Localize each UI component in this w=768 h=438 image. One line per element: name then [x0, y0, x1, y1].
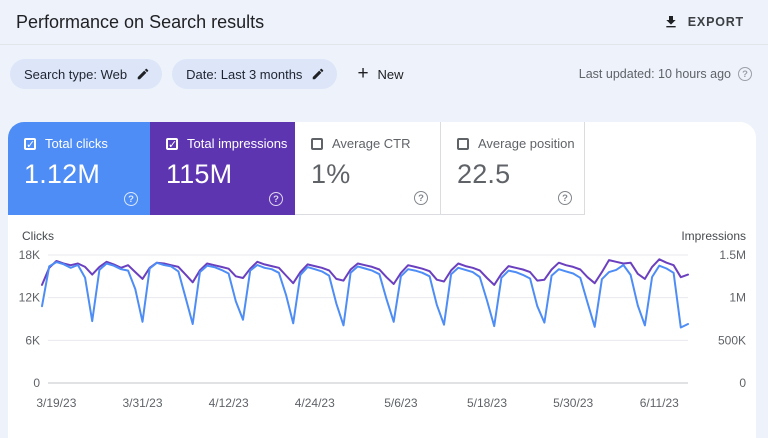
- metric-cards: ✓ Total clicks 1.12M ? ✓ Total impressio…: [8, 122, 756, 215]
- search-type-chip[interactable]: Search type: Web: [10, 59, 163, 89]
- filter-chips: Search type: Web Date: Last 3 months + N…: [10, 59, 414, 89]
- performance-panel: ✓ Total clicks 1.12M ? ✓ Total impressio…: [8, 122, 756, 438]
- x-axis-tick: 3/31/23: [122, 396, 162, 410]
- average-ctr-card[interactable]: Average CTR 1% ?: [295, 122, 440, 215]
- total-clicks-checkbox[interactable]: ✓: [24, 137, 36, 150]
- help-icon[interactable]: ?: [269, 192, 283, 206]
- date-range-chip-label: Date: Last 3 months: [186, 66, 303, 82]
- left-axis-tick: 18K: [19, 248, 40, 262]
- average-ctr-checkbox[interactable]: [311, 137, 323, 150]
- total-clicks-value: 1.12M: [24, 159, 101, 189]
- average-position-card[interactable]: Average position 22.5 ?: [440, 122, 585, 215]
- total-clicks-card[interactable]: ✓ Total clicks 1.12M ?: [8, 122, 150, 215]
- right-axis-tick: 500K: [718, 333, 746, 347]
- right-axis-tick: 1.5M: [719, 248, 746, 262]
- left-axis-title: Clicks: [22, 229, 54, 243]
- new-filter-label: New: [377, 66, 404, 82]
- left-axis-tick: 12K: [19, 291, 40, 305]
- new-filter-button[interactable]: + New: [347, 62, 413, 86]
- average-position-checkbox[interactable]: [457, 137, 469, 150]
- right-axis-tick: 0: [739, 376, 746, 390]
- search-type-chip-label: Search type: Web: [24, 66, 128, 82]
- last-updated: Last updated: 10 hours ago ?: [579, 67, 752, 81]
- right-axis-title: Impressions: [681, 229, 746, 243]
- total-impressions-value: 115M: [166, 159, 233, 189]
- x-axis-tick: 5/6/23: [384, 396, 418, 410]
- export-button[interactable]: EXPORT: [655, 8, 752, 36]
- search-console-performance-page: Performance on Search results EXPORT Sea…: [0, 0, 768, 438]
- average-ctr-value: 1%: [311, 159, 351, 189]
- last-updated-text: Last updated: 10 hours ago: [578, 67, 731, 81]
- help-icon[interactable]: ?: [124, 192, 138, 206]
- download-icon: [663, 14, 679, 30]
- performance-chart: Clicks Impressions 18K 1.5M 12K 1M 6K 500K 0 0 3/1…: [8, 215, 756, 424]
- total-impressions-label: Total impressions: [187, 136, 288, 151]
- edit-pencil-icon: [136, 67, 150, 81]
- total-impressions-line: [41, 258, 689, 286]
- page-header: Performance on Search results EXPORT: [0, 0, 768, 45]
- date-range-chip[interactable]: Date: Last 3 months: [172, 59, 338, 89]
- filter-bar: Search type: Web Date: Last 3 months + N…: [0, 45, 768, 89]
- left-axis-tick: 0: [33, 376, 40, 390]
- x-axis-tick: 4/24/23: [295, 396, 335, 410]
- average-position-label: Average position: [478, 136, 575, 151]
- help-icon[interactable]: ?: [738, 67, 752, 81]
- total-clicks-line: [41, 261, 689, 329]
- help-icon[interactable]: ?: [558, 191, 572, 205]
- x-axis-tick: 5/30/23: [553, 396, 593, 410]
- right-axis-tick: 1M: [729, 291, 746, 305]
- plus-icon: +: [357, 63, 369, 84]
- help-icon[interactable]: ?: [414, 191, 428, 205]
- average-position-value: 22.5: [457, 159, 511, 189]
- edit-pencil-icon: [311, 67, 325, 81]
- left-axis-tick: 6K: [25, 333, 40, 347]
- export-label: EXPORT: [687, 15, 744, 29]
- x-axis-tick: 3/19/23: [36, 396, 76, 410]
- x-axis-tick: 5/18/23: [467, 396, 507, 410]
- page-title: Performance on Search results: [16, 11, 265, 32]
- performance-chart-svg: Clicks Impressions 18K 1.5M 12K 1M 6K 500K 0 0 3/1…: [19, 229, 747, 410]
- average-ctr-label: Average CTR: [332, 136, 411, 151]
- total-impressions-card[interactable]: ✓ Total impressions 115M ?: [150, 122, 295, 215]
- x-axis-tick: 6/11/23: [640, 396, 679, 410]
- x-axis-tick: 4/12/23: [209, 396, 249, 410]
- total-impressions-checkbox[interactable]: ✓: [166, 137, 178, 150]
- total-clicks-label: Total clicks: [45, 136, 108, 151]
